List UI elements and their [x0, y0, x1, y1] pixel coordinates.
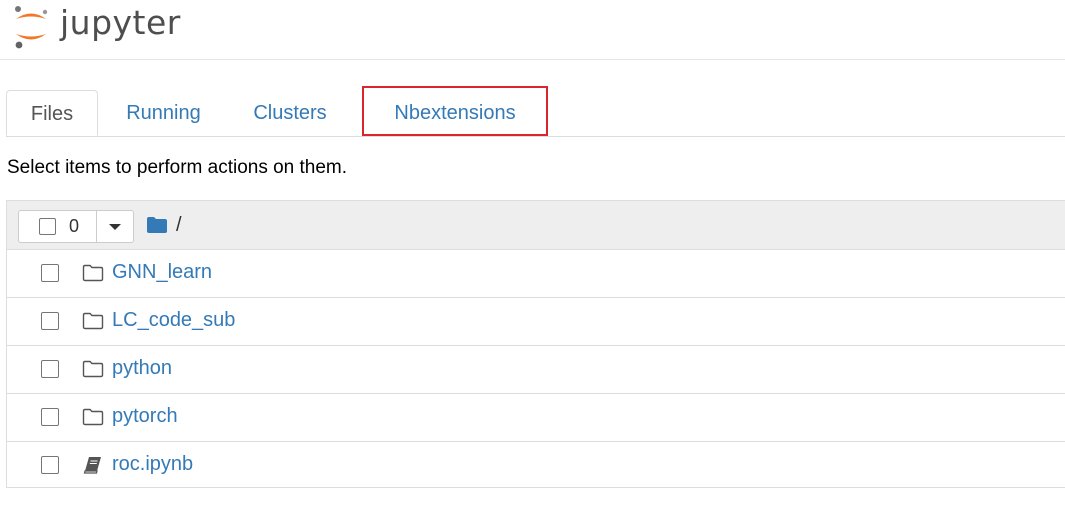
folder-icon	[82, 360, 104, 378]
tab-clusters[interactable]: Clusters	[240, 90, 340, 135]
select-all-button[interactable]: 0	[18, 210, 134, 243]
file-list-header: 0 /	[7, 201, 1065, 250]
list-item[interactable]: GNN_learn	[7, 250, 1065, 298]
folder-filled-icon	[147, 217, 167, 233]
item-name-link[interactable]: python	[112, 357, 172, 380]
list-item[interactable]: python	[7, 346, 1065, 394]
item-name-link[interactable]: roc.ipynb	[112, 453, 193, 476]
folder-icon	[82, 408, 104, 426]
item-name-link[interactable]: LC_code_sub	[112, 309, 235, 332]
item-name-link[interactable]: GNN_learn	[112, 261, 212, 284]
select-menu-dropdown[interactable]	[97, 211, 133, 242]
item-checkbox[interactable]	[41, 360, 59, 378]
tab-files[interactable]: Files	[6, 90, 98, 136]
caret-down-icon	[109, 223, 121, 230]
folder-icon	[82, 264, 104, 282]
tab-bar: Files Running Clusters Nbextensions	[6, 86, 1065, 137]
list-item[interactable]: LC_code_sub	[7, 298, 1065, 346]
select-all-checkbox[interactable]	[39, 218, 56, 235]
item-checkbox[interactable]	[41, 408, 59, 426]
item-checkbox[interactable]	[41, 456, 59, 474]
header: jupyter	[0, 0, 1065, 60]
tab-nbextensions[interactable]: Nbextensions	[362, 86, 548, 136]
list-item[interactable]: pytorch	[7, 394, 1065, 442]
folder-icon	[82, 312, 104, 330]
jupyter-logo-icon	[15, 6, 48, 49]
file-list: 0 / GNN_learn LC_code_sub python pytorch…	[6, 200, 1065, 488]
jupyter-logo[interactable]: jupyter	[12, 2, 181, 50]
selected-count: 0	[69, 216, 80, 236]
breadcrumb[interactable]: /	[147, 213, 182, 237]
list-item[interactable]: roc.ipynb	[7, 442, 1065, 489]
selection-hint: Select items to perform actions on them.	[7, 157, 348, 178]
select-all-toggle[interactable]: 0	[19, 211, 97, 242]
notebook-icon	[83, 457, 101, 474]
breadcrumb-root[interactable]: /	[176, 214, 182, 237]
item-name-link[interactable]: pytorch	[112, 405, 178, 428]
logo-text: jupyter	[60, 2, 181, 42]
item-checkbox[interactable]	[41, 264, 59, 282]
item-checkbox[interactable]	[41, 312, 59, 330]
tab-running[interactable]: Running	[110, 90, 217, 135]
